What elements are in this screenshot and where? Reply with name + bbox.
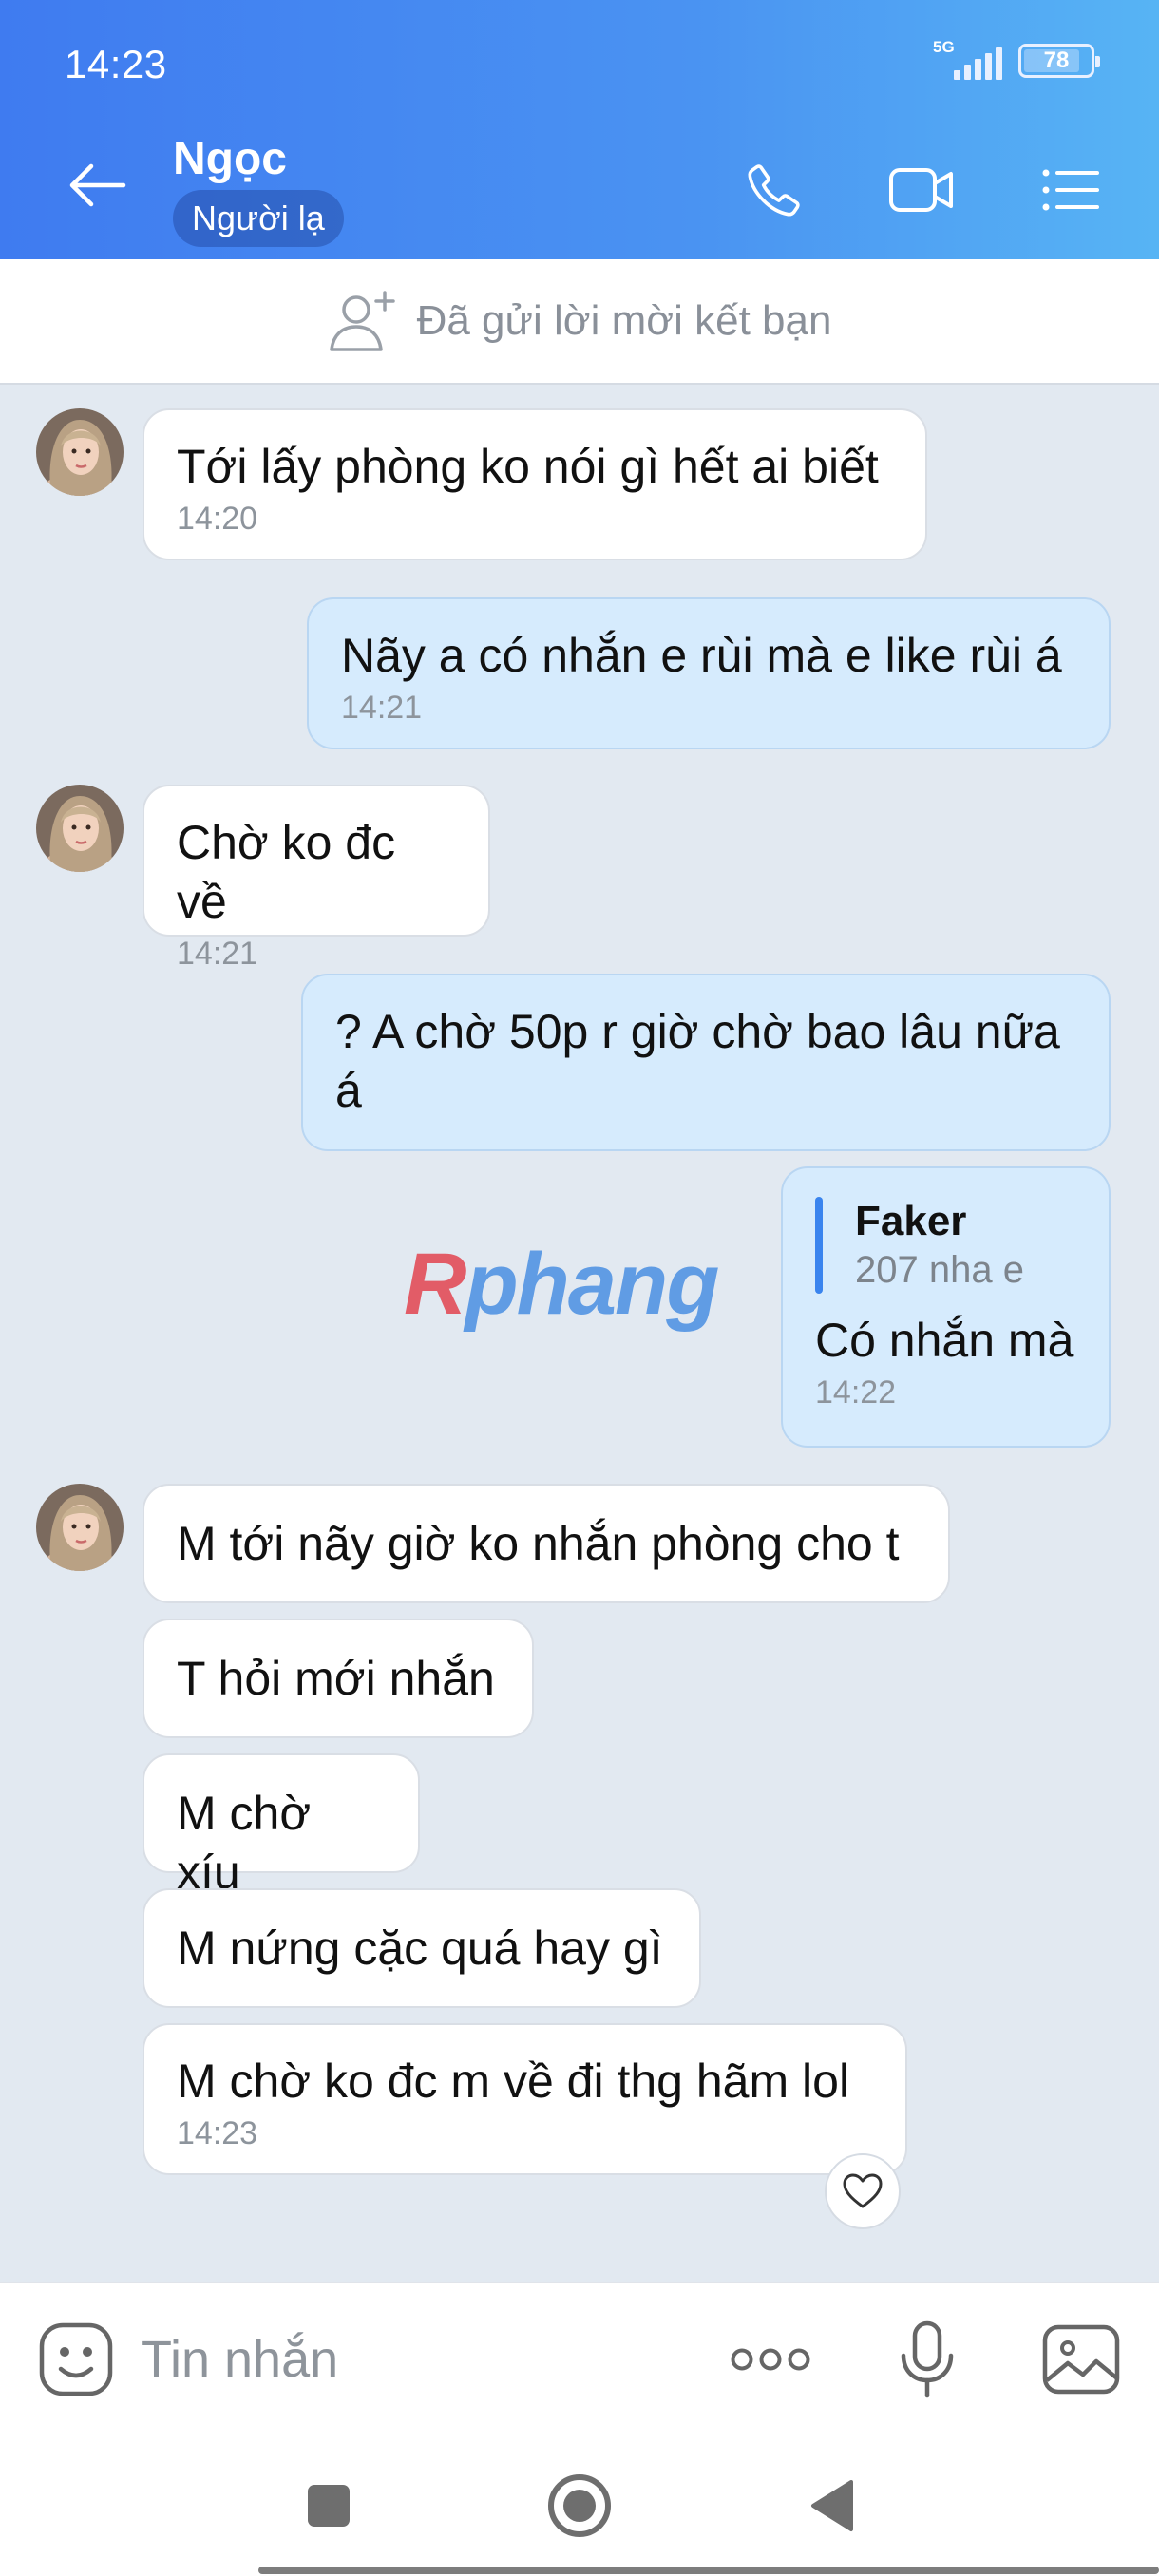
triangle-back-icon (811, 2480, 853, 2531)
battery-icon: 78 (1018, 44, 1100, 78)
message-text: M chờ ko đc m về đi thg hãm lol (177, 2055, 850, 2108)
watermark-logo: Rphang (404, 1236, 719, 1333)
status-icons: 5G 78 (933, 38, 1100, 84)
message-input[interactable] (141, 2323, 673, 2396)
contact-name[interactable]: Ngọc (173, 133, 287, 185)
message-bubble-incoming[interactable]: M tới nãy giờ ko nhắn phòng cho t (142, 1484, 950, 1603)
message-bubble-incoming[interactable]: Tới lấy phòng ko nói gì hết ai biết 14:2… (142, 408, 927, 560)
message-text: Tới lấy phòng ko nói gì hết ai biết (177, 440, 879, 493)
emoji-icon (39, 2322, 113, 2396)
image-icon (1042, 2324, 1120, 2395)
friend-request-text: Đã gửi lời mời kết bạn (416, 297, 832, 344)
heart-icon (843, 2173, 883, 2208)
reply-quote-author: Faker (855, 1198, 967, 1244)
more-options-button[interactable] (730, 2340, 811, 2378)
call-button[interactable] (741, 157, 808, 223)
message-bubble-incoming[interactable]: M chờ ko đc m về đi thg hãm lol 14:23 (142, 2023, 907, 2175)
circle-home-icon (548, 2474, 611, 2537)
chat-header: 14:23 5G 78 Ngọc Người lạ (0, 0, 1159, 259)
message-bubble-outgoing[interactable]: Nãy a có nhắn e rùi mà e like rùi á 14:2… (307, 597, 1111, 749)
message-bubble-outgoing[interactable]: ? A chờ 50p r giờ chờ bao lâu nữa á (301, 974, 1111, 1151)
stranger-badge: Người lạ (173, 190, 344, 247)
message-input-bar (0, 2282, 1159, 2434)
message-time: 14:21 (177, 936, 258, 972)
recent-apps-button[interactable] (291, 2468, 367, 2544)
signal-icon: 5G (933, 38, 1003, 84)
send-image-button[interactable] (1041, 2323, 1121, 2396)
emoji-button[interactable] (38, 2321, 114, 2397)
system-back-button[interactable] (794, 2468, 870, 2544)
message-text: T hỏi mới nhắn (177, 1652, 495, 1705)
network-type: 5G (933, 38, 955, 56)
react-button[interactable] (825, 2153, 901, 2229)
message-text: Chờ ko đc về (177, 816, 396, 928)
message-text: Có nhắn mà (815, 1314, 1074, 1367)
reply-quote-text: 207 nha e (855, 1249, 1024, 1291)
gesture-indicator (258, 2567, 1159, 2574)
message-bubble-incoming[interactable]: Chờ ko đc về 14:21 (142, 785, 490, 972)
contact-avatar[interactable] (36, 408, 124, 496)
list-menu-icon (1042, 169, 1099, 211)
message-time: 14:20 (177, 501, 258, 537)
message-bubble-incoming[interactable]: T hỏi mới nhắn (142, 1619, 534, 1738)
message-text: M nứng cặc quá hay gì (177, 1922, 663, 1975)
microphone-icon (901, 2320, 954, 2398)
phone-icon (748, 164, 800, 217)
arrow-left-icon (69, 163, 126, 207)
contact-avatar[interactable] (36, 785, 124, 872)
message-bubble-outgoing-reply[interactable]: Faker 207 nha e Có nhắn mà 14:22 (781, 1166, 1111, 1448)
video-call-button[interactable] (888, 157, 955, 223)
message-text: ? A chờ 50p r giờ chờ bao lâu nữa á (335, 1005, 1060, 1117)
add-person-icon (329, 291, 395, 351)
video-camera-icon (889, 168, 953, 212)
message-time: 14:21 (341, 690, 423, 726)
reply-quote[interactable]: Faker 207 nha e (815, 1197, 1076, 1294)
voice-message-button[interactable] (899, 2320, 956, 2399)
message-bubble-incoming[interactable]: M chờ xíu (142, 1753, 420, 1899)
battery-level: 78 (1043, 47, 1070, 73)
message-text: Nãy a có nhắn e rùi mà e like rùi á (341, 629, 1062, 682)
message-text: M chờ xíu (177, 1787, 312, 1899)
square-icon (308, 2485, 350, 2527)
home-button[interactable] (542, 2468, 618, 2544)
message-time: 14:22 (815, 1374, 897, 1411)
message-time: 14:23 (177, 2115, 258, 2151)
message-text: M tới nãy giờ ko nhắn phòng cho t (177, 1517, 900, 1570)
friend-request-bar[interactable]: Đã gửi lời mời kết bạn (0, 259, 1159, 385)
back-button[interactable] (66, 161, 127, 209)
message-bubble-incoming[interactable]: M nứng cặc quá hay gì (142, 1888, 701, 2008)
status-time: 14:23 (65, 42, 167, 86)
more-dots-icon (731, 2348, 810, 2371)
system-navigation-bar (0, 2434, 1159, 2576)
options-button[interactable] (1037, 157, 1104, 223)
contact-avatar[interactable] (36, 1484, 124, 1571)
